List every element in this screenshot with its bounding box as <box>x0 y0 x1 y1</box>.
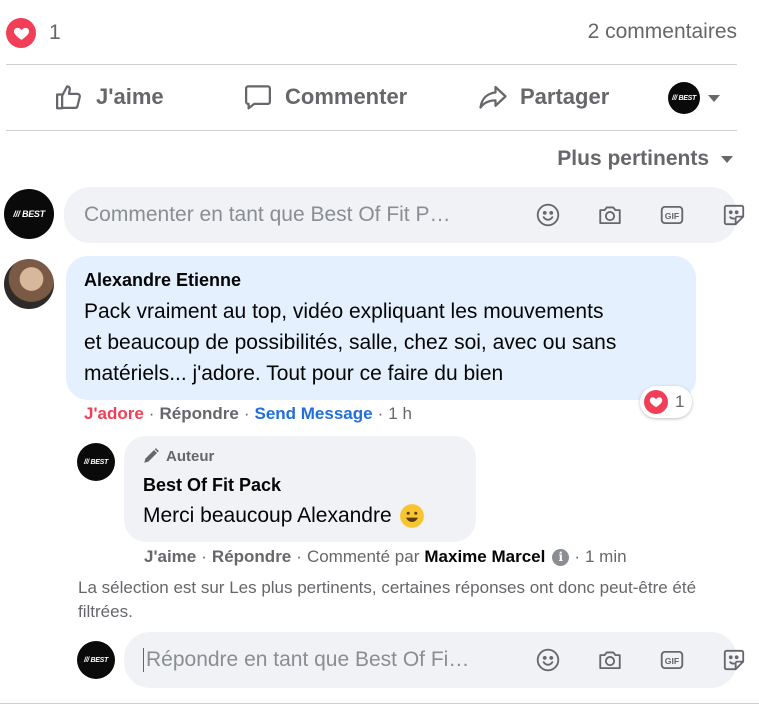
send-message-link[interactable]: Send Message <box>254 404 372 424</box>
avatar: /// BEST <box>668 82 700 114</box>
comment-reaction-count[interactable]: 1 <box>640 386 693 418</box>
reply-time[interactable]: 1 min <box>585 547 627 567</box>
comment-author[interactable]: Alexandre Etienne <box>84 270 241 291</box>
comment-line: Pack vraiment au top, vidéo expliquant l… <box>84 300 604 323</box>
commented-by-name[interactable]: Maxime Marcel <box>424 547 545 567</box>
filter-note: La sélection est sur Les plus pertinents… <box>78 578 697 621</box>
avatar[interactable]: /// BEST <box>4 189 54 239</box>
pencil-icon <box>144 448 159 463</box>
avatar-logo: /// BEST <box>671 94 697 102</box>
like-label: J'aime <box>96 84 164 109</box>
reaction-count: 1 <box>49 21 61 44</box>
emoji-icon[interactable] <box>534 201 562 229</box>
reactions-summary[interactable]: 1 <box>6 18 61 48</box>
comment-icon <box>245 85 271 110</box>
sticker-icon[interactable] <box>720 646 748 674</box>
separator: · <box>377 404 384 423</box>
svg-text:GIF: GIF <box>665 211 679 221</box>
reply-text-content: Merci beaucoup Alexandre <box>143 504 392 527</box>
separator: · <box>574 547 580 566</box>
camera-icon[interactable] <box>596 201 624 229</box>
thumbs-up-icon <box>56 85 81 110</box>
svg-text:GIF: GIF <box>665 656 679 666</box>
account-switcher[interactable]: /// BEST <box>668 82 720 114</box>
smiley-emoji <box>399 503 424 528</box>
comment-bubble: Alexandre Etienne Pack vraiment au top, … <box>66 256 696 400</box>
camera-icon[interactable] <box>596 646 624 674</box>
comments-count-link[interactable]: 2 commentaires <box>588 20 737 44</box>
avatar[interactable]: /// BEST <box>77 641 115 679</box>
reply-text: Merci beaucoup Alexandre <box>143 500 425 531</box>
gif-icon[interactable]: GIF <box>658 646 686 674</box>
author-badge: Auteur <box>142 447 214 465</box>
reply-link[interactable]: Répondre <box>212 547 291 567</box>
comment-composer[interactable]: Commenter en tant que Best Of Fit P… GIF <box>64 187 745 243</box>
comment-text: Pack vraiment au top, vidéo expliquant l… <box>84 296 694 389</box>
commented-by-prefix: Commenté par <box>306 547 420 566</box>
text-cursor <box>143 648 144 672</box>
info-icon[interactable]: i <box>552 548 570 566</box>
separator: · <box>296 547 302 566</box>
comment-line: et beaucoup de possibilités, salle, chez… <box>84 331 617 354</box>
reply-bubble: Auteur Best Of Fit Pack Merci beaucoup A… <box>124 436 476 542</box>
comment-input[interactable]: Commenter en tant que Best Of Fit P… <box>84 203 504 227</box>
author-badge-label: Auteur <box>166 447 215 465</box>
divider <box>0 703 759 704</box>
heart-icon <box>6 18 36 48</box>
sort-dropdown[interactable]: Plus pertinents <box>557 147 733 171</box>
chevron-down-icon <box>708 94 720 102</box>
chevron-down-icon <box>721 155 733 163</box>
reply-author[interactable]: Best Of Fit Pack <box>143 475 281 496</box>
gif-icon[interactable]: GIF <box>658 201 686 229</box>
emoji-icon[interactable] <box>534 646 562 674</box>
avatar[interactable]: /// BEST <box>77 443 115 481</box>
share-button[interactable]: Partager <box>478 76 609 118</box>
reply-link[interactable]: Répondre <box>159 404 238 424</box>
sticker-icon[interactable] <box>720 201 748 229</box>
comment-button[interactable]: Commenter <box>243 76 407 118</box>
separator: · <box>201 547 207 566</box>
reply-composer[interactable]: Répondre en tant que Best Of Fi… GIF <box>124 632 745 688</box>
like-link[interactable]: J'aime <box>144 547 196 567</box>
avatar-logo: /// BEST <box>83 656 109 664</box>
comment-line: matériels... j'adore. Tout pour ce faire… <box>84 362 504 385</box>
divider <box>6 64 737 65</box>
reaction-count: 1 <box>675 392 685 411</box>
share-label: Partager <box>520 84 610 109</box>
share-icon <box>479 85 507 109</box>
comment-label: Commenter <box>285 84 408 109</box>
love-reaction-link[interactable]: J'adore <box>84 404 144 424</box>
separator: · <box>243 404 250 423</box>
comment-actions: J'adore · Répondre · Send Message · 1 h <box>84 404 412 424</box>
reply-input[interactable]: Répondre en tant que Best Of Fi… <box>146 648 516 672</box>
divider <box>6 130 737 131</box>
comment-time[interactable]: 1 h <box>388 404 412 424</box>
avatar[interactable] <box>4 259 54 309</box>
heart-icon <box>644 390 668 414</box>
like-button[interactable]: J'aime <box>54 76 164 118</box>
separator: · <box>148 404 155 423</box>
sort-label: Plus pertinents <box>557 147 709 170</box>
avatar-logo: /// BEST <box>83 458 109 466</box>
reply-actions: J'aime · Répondre · Commenté par Maxime … <box>144 547 627 567</box>
avatar-logo: /// BEST <box>13 209 45 219</box>
